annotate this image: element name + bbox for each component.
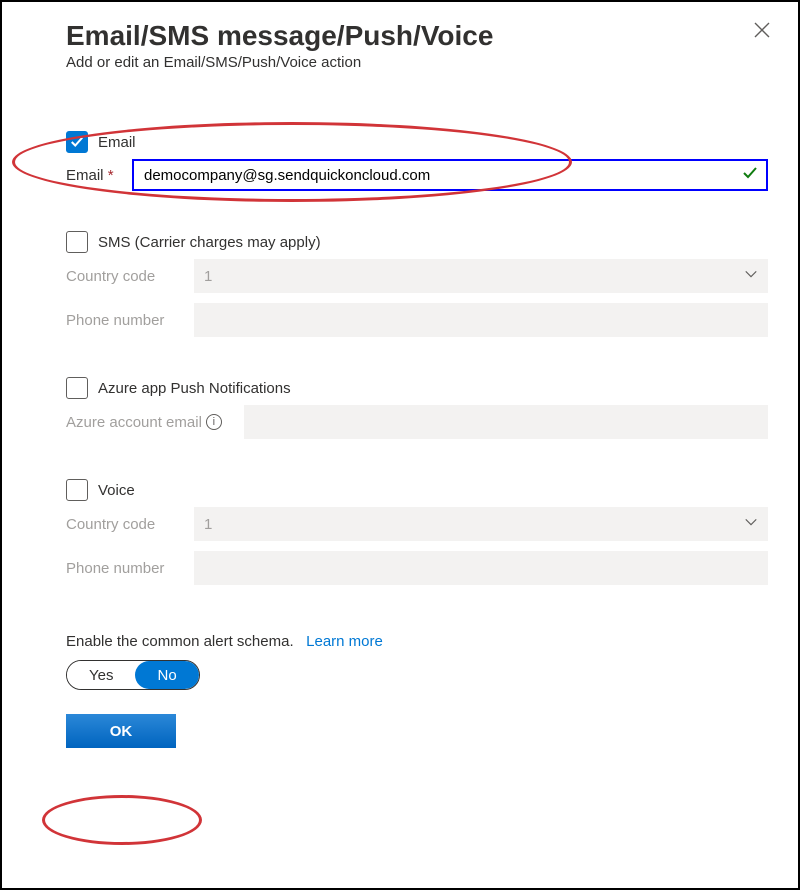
schema-toggle-no[interactable]: No	[135, 661, 198, 689]
push-checkbox-label: Azure app Push Notifications	[98, 380, 291, 397]
schema-toggle-yes[interactable]: Yes	[67, 661, 135, 689]
annotation-ellipse	[42, 795, 202, 845]
ok-button[interactable]: OK	[66, 714, 176, 748]
info-icon[interactable]: i	[206, 414, 222, 430]
email-checkbox-label: Email	[98, 134, 136, 151]
panel-subtitle: Add or edit an Email/SMS/Push/Voice acti…	[32, 54, 493, 71]
sms-checkbox[interactable]	[66, 231, 88, 253]
chevron-down-icon	[744, 515, 758, 533]
voice-phone-label: Phone number	[66, 560, 186, 577]
close-icon[interactable]	[754, 22, 770, 38]
email-field-label: Email	[66, 167, 104, 184]
voice-country-code-value: 1	[204, 516, 212, 533]
required-marker: *	[108, 167, 114, 184]
email-input[interactable]	[132, 159, 768, 191]
voice-country-code-select[interactable]: 1	[194, 507, 768, 541]
sms-country-code-value: 1	[204, 268, 212, 285]
push-account-input[interactable]	[244, 405, 768, 439]
schema-section: Enable the common alert schema. Learn mo…	[32, 633, 768, 690]
voice-checkbox-label: Voice	[98, 482, 135, 499]
voice-checkbox[interactable]	[66, 479, 88, 501]
sms-phone-input[interactable]	[194, 303, 768, 337]
push-section: Azure app Push Notifications Azure accou…	[32, 377, 768, 439]
panel-title: Email/SMS message/Push/Voice	[32, 20, 493, 52]
voice-section: Voice Country code 1 Phone number	[32, 479, 768, 585]
chevron-down-icon	[744, 267, 758, 285]
learn-more-link[interactable]: Learn more	[306, 633, 383, 650]
push-account-label: Azure account email	[66, 414, 202, 431]
action-config-panel: Email/SMS message/Push/Voice Add or edit…	[0, 0, 800, 890]
voice-phone-input[interactable]	[194, 551, 768, 585]
email-checkbox[interactable]	[66, 131, 88, 153]
checkmark-icon	[742, 165, 758, 185]
sms-checkbox-label: SMS (Carrier charges may apply)	[98, 234, 321, 251]
email-section: Email Email *	[32, 131, 768, 191]
voice-country-code-label: Country code	[66, 516, 186, 533]
schema-toggle: Yes No	[66, 660, 200, 690]
schema-label: Enable the common alert schema.	[66, 633, 294, 650]
sms-section: SMS (Carrier charges may apply) Country …	[32, 231, 768, 337]
sms-country-code-select[interactable]: 1	[194, 259, 768, 293]
sms-country-code-label: Country code	[66, 268, 186, 285]
sms-phone-label: Phone number	[66, 312, 186, 329]
push-checkbox[interactable]	[66, 377, 88, 399]
